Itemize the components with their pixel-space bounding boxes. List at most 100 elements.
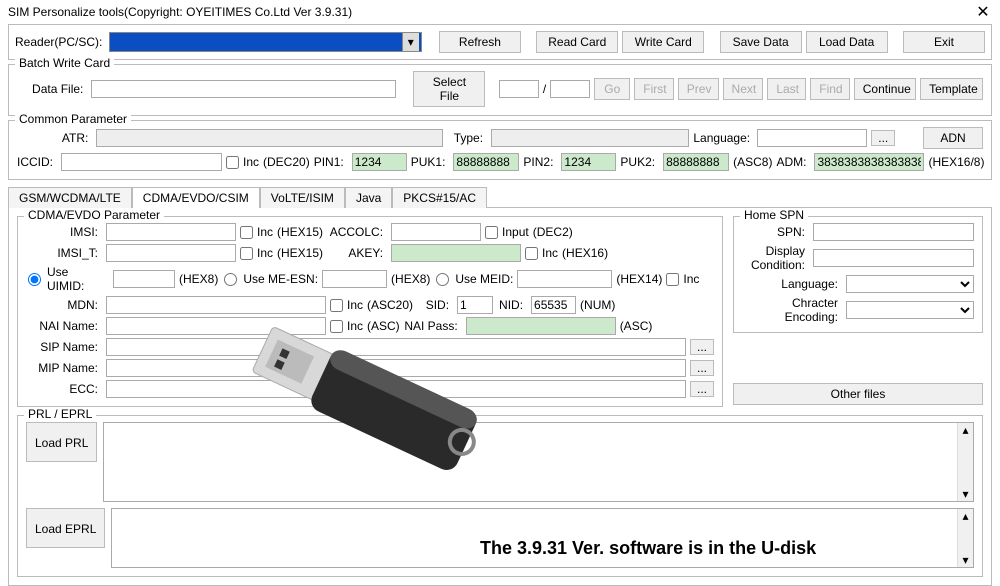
- num-label: (NUM): [580, 298, 615, 312]
- iccid-label: ICCID:: [17, 155, 57, 169]
- sip-more-button[interactable]: ...: [690, 339, 714, 355]
- nid-input[interactable]: [531, 296, 576, 314]
- select-file-button[interactable]: Select File: [413, 71, 485, 107]
- dec2-label: (DEC2): [533, 225, 573, 239]
- imsit-input[interactable]: [106, 244, 236, 262]
- prl-legend: PRL / EPRL: [24, 407, 96, 421]
- refresh-button[interactable]: Refresh: [439, 31, 521, 53]
- imsi-inc-checkbox[interactable]: [240, 226, 253, 239]
- imsit-label: IMSI_T:: [26, 246, 102, 260]
- ecc-label: ECC:: [26, 382, 102, 396]
- accolc-label: ACCOLC:: [327, 225, 387, 239]
- pin2-input[interactable]: [561, 153, 616, 171]
- hex8-2-label: (HEX8): [391, 272, 430, 286]
- adm-input[interactable]: [814, 153, 924, 171]
- uimid-radio[interactable]: [28, 273, 41, 286]
- load-data-button[interactable]: Load Data: [806, 31, 888, 53]
- adm-label: ADM:: [776, 155, 810, 169]
- accolc-input-checkbox[interactable]: [485, 226, 498, 239]
- hex15-2-label: (HEX15): [277, 246, 323, 260]
- last-button[interactable]: Last: [767, 78, 806, 100]
- spn-lang-select[interactable]: [846, 275, 974, 293]
- meid-inc-checkbox[interactable]: [666, 273, 679, 286]
- meid-label: Use MEID:: [455, 272, 513, 286]
- meid-input[interactable]: [517, 270, 612, 288]
- accolc-input[interactable]: [391, 223, 481, 241]
- akey-inc-checkbox[interactable]: [525, 247, 538, 260]
- language-more-button[interactable]: ...: [871, 130, 895, 146]
- write-card-button[interactable]: Write Card: [622, 31, 704, 53]
- scrollbar[interactable]: ▴▾: [957, 423, 973, 501]
- spn-input[interactable]: [813, 223, 974, 241]
- save-data-button[interactable]: Save Data: [720, 31, 802, 53]
- tab-pkcs[interactable]: PKCS#15/AC: [392, 187, 487, 208]
- batch-pos-input[interactable]: [499, 80, 539, 98]
- meid-inc-label: Inc: [683, 272, 699, 286]
- meesn-input[interactable]: [322, 270, 387, 288]
- batch-legend: Batch Write Card: [15, 56, 114, 70]
- iccid-inc-checkbox[interactable]: [226, 156, 239, 169]
- puk2-label: PUK2:: [620, 155, 659, 169]
- language-input[interactable]: [757, 129, 867, 147]
- meesn-radio[interactable]: [224, 273, 237, 286]
- nai-label: NAI Name:: [26, 319, 102, 333]
- load-prl-button[interactable]: Load PRL: [26, 422, 97, 462]
- window-title: SIM Personalize tools(Copyright: OYEITIM…: [8, 5, 352, 19]
- hex168-label: (HEX16/8): [928, 155, 984, 169]
- ecc-more-button[interactable]: ...: [690, 381, 714, 397]
- imsit-inc-checkbox[interactable]: [240, 247, 253, 260]
- tab-java[interactable]: Java: [345, 187, 392, 208]
- uimid-input[interactable]: [113, 270, 175, 288]
- hex14-label: (HEX14): [616, 272, 662, 286]
- load-eprl-button[interactable]: Load EPRL: [26, 508, 105, 548]
- atr-label: ATR:: [17, 131, 92, 145]
- adn-button[interactable]: ADN: [923, 127, 983, 149]
- accolc-input-label: Input: [502, 225, 529, 239]
- tab-cdma[interactable]: CDMA/EVDO/CSIM: [132, 187, 260, 208]
- puk2-input[interactable]: [663, 153, 729, 171]
- iccid-inc-label: Inc: [243, 155, 259, 169]
- imsi-inc-label: Inc: [257, 225, 273, 239]
- enc-select[interactable]: [846, 301, 974, 319]
- common-legend: Common Parameter: [15, 112, 131, 126]
- data-file-input[interactable]: [91, 80, 396, 98]
- enc-label: Chracter Encoding:: [742, 296, 842, 324]
- pin2-label: PIN2:: [523, 155, 557, 169]
- asc2-label: (ASC): [620, 319, 653, 333]
- mip-more-button[interactable]: ...: [690, 360, 714, 376]
- next-button[interactable]: Next: [723, 78, 764, 100]
- mip-label: MIP Name:: [26, 361, 102, 375]
- disp-input[interactable]: [813, 249, 974, 267]
- tab-volte[interactable]: VoLTE/ISIM: [260, 187, 345, 208]
- sip-label: SIP Name:: [26, 340, 102, 354]
- iccid-input[interactable]: [61, 153, 222, 171]
- go-button[interactable]: Go: [594, 78, 630, 100]
- puk1-input[interactable]: [453, 153, 519, 171]
- cdma-legend: CDMA/EVDO Parameter: [24, 208, 164, 222]
- tab-gsm[interactable]: GSM/WCDMA/LTE: [8, 187, 132, 208]
- find-button[interactable]: Find: [810, 78, 850, 100]
- hex16-label: (HEX16): [562, 246, 608, 260]
- spn-lang-label: Language:: [742, 277, 842, 291]
- akey-label: AKEY:: [327, 246, 387, 260]
- read-card-button[interactable]: Read Card: [536, 31, 618, 53]
- batch-total-input[interactable]: [550, 80, 590, 98]
- reader-dropdown[interactable]: [109, 32, 422, 52]
- exit-button[interactable]: Exit: [903, 31, 985, 53]
- first-button[interactable]: First: [634, 78, 674, 100]
- scrollbar-2[interactable]: ▴▾: [957, 509, 973, 567]
- prev-button[interactable]: Prev: [678, 78, 719, 100]
- hex8-label: (HEX8): [179, 272, 218, 286]
- continue-button[interactable]: Continue: [854, 78, 916, 100]
- pin1-input[interactable]: [352, 153, 407, 171]
- akey-input[interactable]: [391, 244, 521, 262]
- reader-label: Reader(PC/SC):: [15, 35, 105, 49]
- meid-radio[interactable]: [436, 273, 449, 286]
- usb-drive-image: [220, 290, 500, 510]
- imsi-input[interactable]: [106, 223, 236, 241]
- template-button[interactable]: Template: [920, 78, 983, 100]
- other-files-button[interactable]: Other files: [733, 383, 983, 405]
- uimid-label: Use UIMID:: [47, 265, 109, 293]
- close-icon[interactable]: ✕: [974, 2, 992, 22]
- hex15-label: (HEX15): [277, 225, 323, 239]
